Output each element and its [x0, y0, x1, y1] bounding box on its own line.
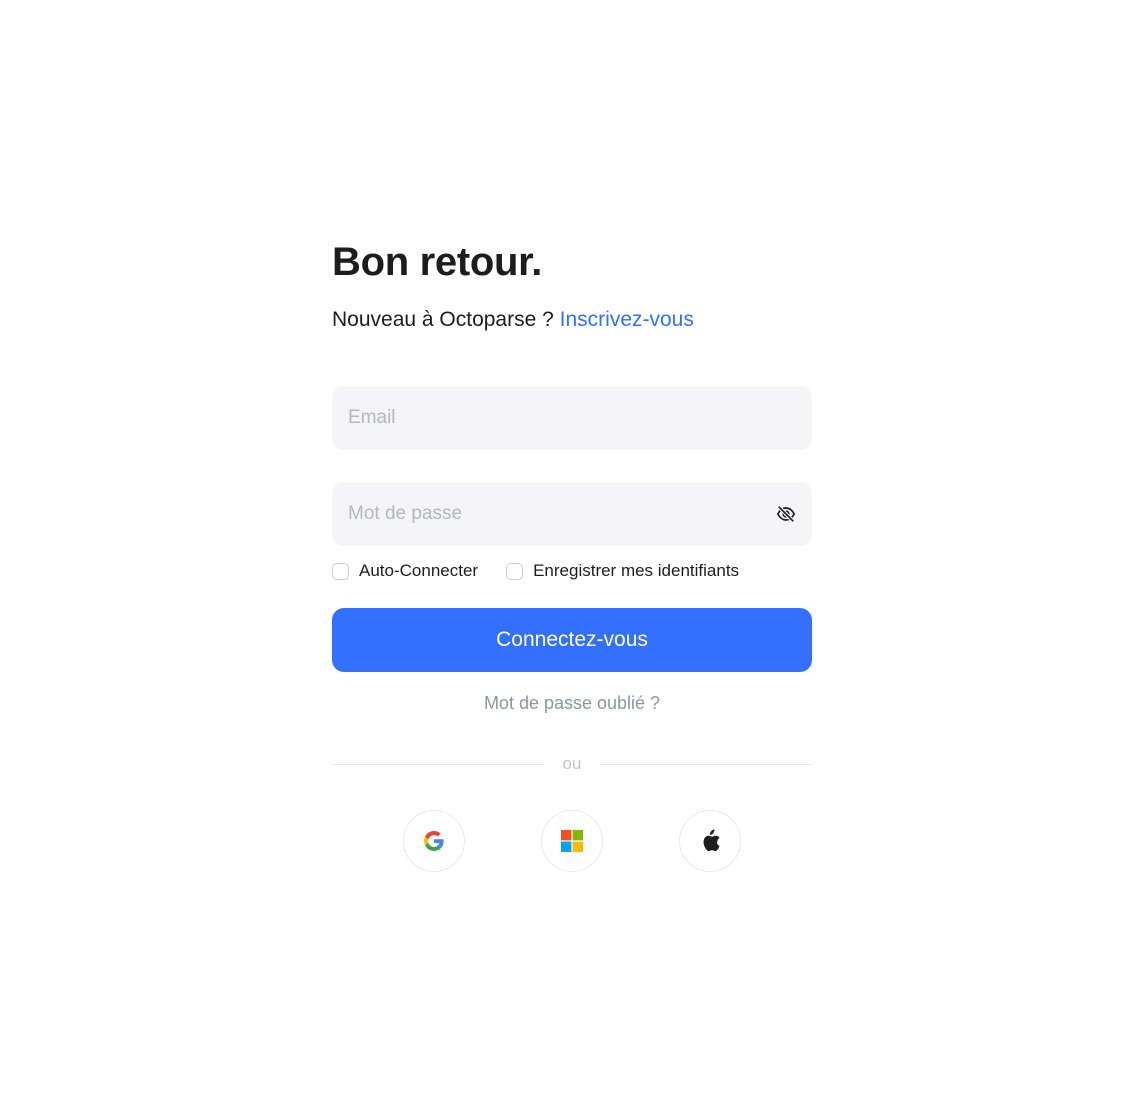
auto-login-checkbox[interactable] — [332, 562, 349, 580]
login-options: Auto-Connecter Enregistrer mes identifia… — [332, 560, 812, 582]
auto-login-option[interactable]: Auto-Connecter — [332, 561, 478, 581]
signup-link[interactable]: Inscrivez-vous — [560, 308, 694, 331]
password-field-wrapper — [332, 482, 812, 546]
google-login-button[interactable] — [403, 810, 465, 872]
remember-credentials-label: Enregistrer mes identifiants — [533, 561, 740, 580]
remember-credentials-checkbox[interactable] — [506, 562, 524, 580]
login-button[interactable]: Connectez-vous — [332, 608, 812, 672]
social-login-buttons — [332, 810, 812, 872]
apple-icon — [699, 829, 721, 853]
divider-line-right — [599, 763, 813, 765]
divider-line-left — [332, 763, 545, 765]
apple-login-button[interactable] — [679, 810, 741, 872]
page-title: Bon retour. — [332, 240, 543, 284]
remember-credentials-option[interactable]: Enregistrer mes identifiants — [506, 561, 739, 581]
divider-label: ou — [562, 754, 582, 773]
microsoft-login-button[interactable] — [541, 810, 603, 872]
signup-prompt: Nouveau à Octoparse ? Inscrivez-vous — [332, 306, 812, 334]
login-form: Bon retour. Nouveau à Octoparse ? Inscri… — [332, 236, 813, 872]
eye-off-icon[interactable] — [776, 504, 796, 524]
email-field-wrapper — [332, 386, 812, 450]
google-icon — [422, 829, 446, 853]
signup-prompt-text: Nouveau à Octoparse ? — [332, 308, 554, 331]
auto-login-label: Auto-Connecter — [359, 561, 479, 580]
forgot-password-link[interactable]: Mot de passe oublié ? — [332, 692, 812, 714]
password-input[interactable] — [332, 482, 812, 546]
login-page: Bon retour. Nouveau à Octoparse ? Inscri… — [0, 0, 1144, 1120]
or-divider: ou — [332, 754, 813, 774]
email-input[interactable] — [332, 386, 812, 450]
microsoft-icon — [561, 830, 583, 852]
